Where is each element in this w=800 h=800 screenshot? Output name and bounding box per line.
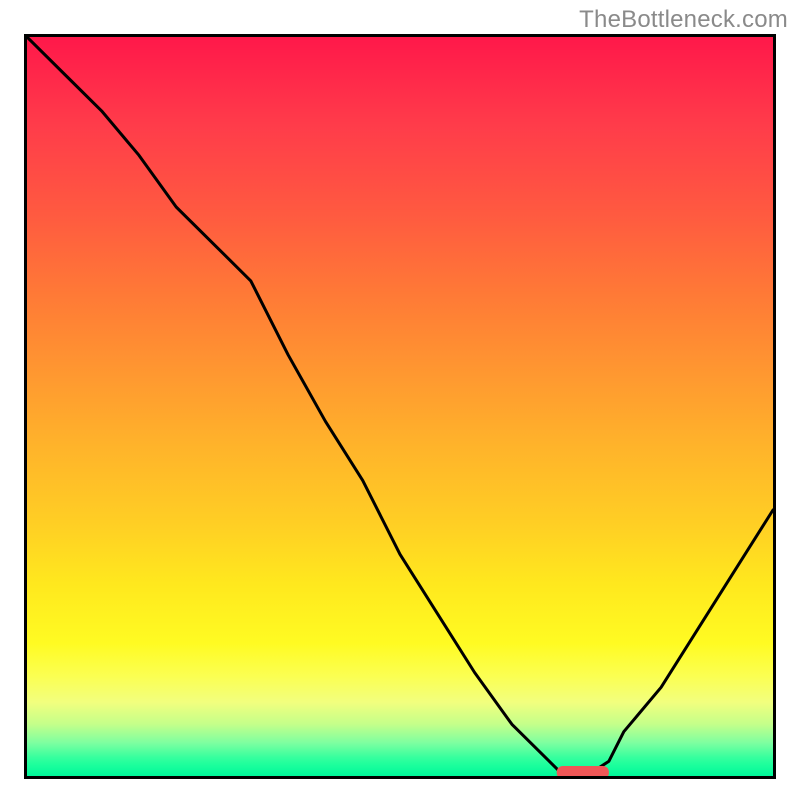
- sweet-spot-marker: [557, 766, 609, 776]
- bottleneck-curve-path: [27, 37, 773, 776]
- watermark-text: TheBottleneck.com: [579, 6, 788, 34]
- curve-layer: [27, 37, 773, 776]
- chart-container: TheBottleneck.com: [0, 0, 800, 800]
- plot-frame: [24, 34, 776, 779]
